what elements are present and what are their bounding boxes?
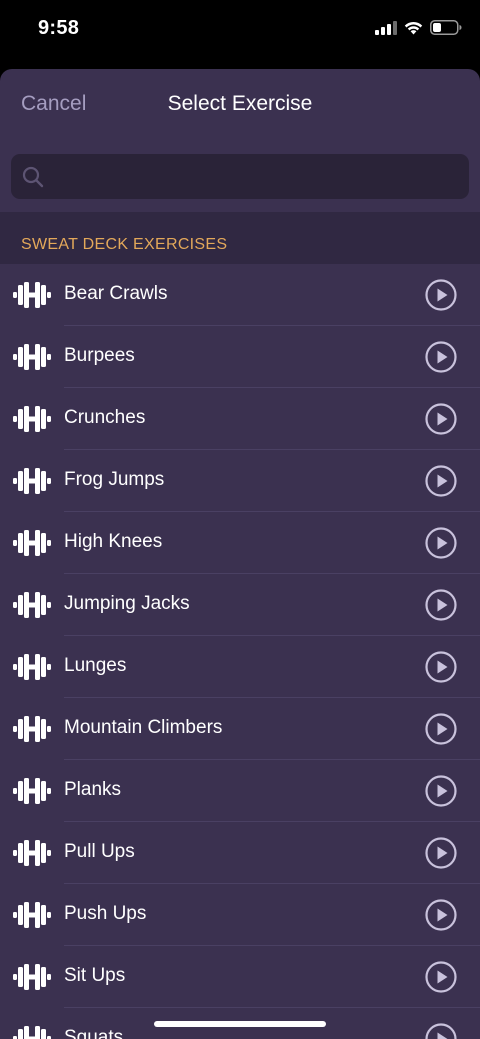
- play-icon[interactable]: [425, 589, 457, 621]
- exercise-row[interactable]: Burpees: [0, 326, 480, 388]
- exercise-label: Jumping Jacks: [64, 593, 190, 614]
- play-icon[interactable]: [425, 899, 457, 931]
- exercise-row[interactable]: Crunches: [0, 388, 480, 450]
- search-bar: [0, 141, 480, 212]
- search-field[interactable]: [11, 153, 469, 200]
- exercise-row[interactable]: Lunges: [0, 636, 480, 698]
- exercise-label: Burpees: [64, 345, 135, 366]
- select-exercise-sheet: Cancel Select Exercise SWEAT DECK EXERCI…: [0, 69, 480, 1039]
- dumbbell-icon: [13, 468, 51, 494]
- dumbbell-icon: [13, 654, 51, 680]
- play-icon[interactable]: [425, 713, 457, 745]
- play-icon[interactable]: [425, 527, 457, 559]
- status-bar: 9:58: [0, 0, 480, 62]
- home-indicator[interactable]: [154, 1021, 326, 1027]
- exercise-label: Lunges: [64, 655, 127, 676]
- dumbbell-icon: [13, 840, 51, 866]
- battery-icon: [430, 20, 462, 35]
- play-icon[interactable]: [425, 961, 457, 993]
- play-icon[interactable]: [425, 279, 457, 311]
- dumbbell-icon: [13, 592, 51, 618]
- exercise-label: High Knees: [64, 531, 163, 552]
- play-icon[interactable]: [425, 465, 457, 497]
- exercise-row[interactable]: Frog Jumps: [0, 450, 480, 512]
- search-icon: [22, 166, 44, 188]
- dumbbell-icon: [13, 778, 51, 804]
- dumbbell-icon: [13, 964, 51, 990]
- exercise-label: Planks: [64, 779, 122, 800]
- exercise-label: Bear Crawls: [64, 283, 168, 304]
- page-title: Select Exercise: [167, 92, 313, 115]
- dumbbell-icon: [13, 406, 51, 432]
- play-icon[interactable]: [425, 341, 457, 373]
- exercise-label: Frog Jumps: [64, 469, 165, 490]
- exercise-row[interactable]: Bear Crawls: [0, 264, 480, 326]
- screen: 9:58 Cancel Select Exercise SWEAT DECK E…: [0, 0, 480, 1039]
- exercise-label: Squats: [64, 1027, 124, 1039]
- dumbbell-icon: [13, 1026, 51, 1039]
- exercise-row[interactable]: Sit Ups: [0, 946, 480, 1008]
- exercise-row[interactable]: Planks: [0, 760, 480, 822]
- play-icon[interactable]: [425, 1023, 457, 1039]
- section-title: SWEAT DECK EXERCISES: [21, 236, 228, 253]
- play-icon[interactable]: [425, 403, 457, 435]
- exercise-row[interactable]: Pull Ups: [0, 822, 480, 884]
- play-icon[interactable]: [425, 837, 457, 869]
- nav-bar: Cancel Select Exercise: [0, 69, 480, 141]
- exercise-label: Push Ups: [64, 903, 147, 924]
- exercise-label: Crunches: [64, 407, 146, 428]
- exercise-list: Bear Crawls Burpees Crunches Frog Jumps …: [0, 264, 480, 1039]
- status-icons: [375, 20, 462, 35]
- dumbbell-icon: [13, 530, 51, 556]
- dumbbell-icon: [13, 344, 51, 370]
- dumbbell-icon: [13, 902, 51, 928]
- exercise-row[interactable]: High Knees: [0, 512, 480, 574]
- cellular-signal-icon: [375, 20, 397, 35]
- exercise-row[interactable]: Jumping Jacks: [0, 574, 480, 636]
- dumbbell-icon: [13, 716, 51, 742]
- section-header: SWEAT DECK EXERCISES: [0, 212, 480, 264]
- search-input[interactable]: [44, 153, 469, 200]
- exercise-row[interactable]: Push Ups: [0, 884, 480, 946]
- exercise-row[interactable]: Mountain Climbers: [0, 698, 480, 760]
- exercise-label: Pull Ups: [64, 841, 135, 862]
- exercise-label: Sit Ups: [64, 965, 126, 986]
- status-time: 9:58: [38, 17, 80, 39]
- play-icon[interactable]: [425, 651, 457, 683]
- play-icon[interactable]: [425, 775, 457, 807]
- dumbbell-icon: [13, 282, 51, 308]
- wifi-icon: [404, 21, 423, 34]
- exercise-label: Mountain Climbers: [64, 717, 223, 738]
